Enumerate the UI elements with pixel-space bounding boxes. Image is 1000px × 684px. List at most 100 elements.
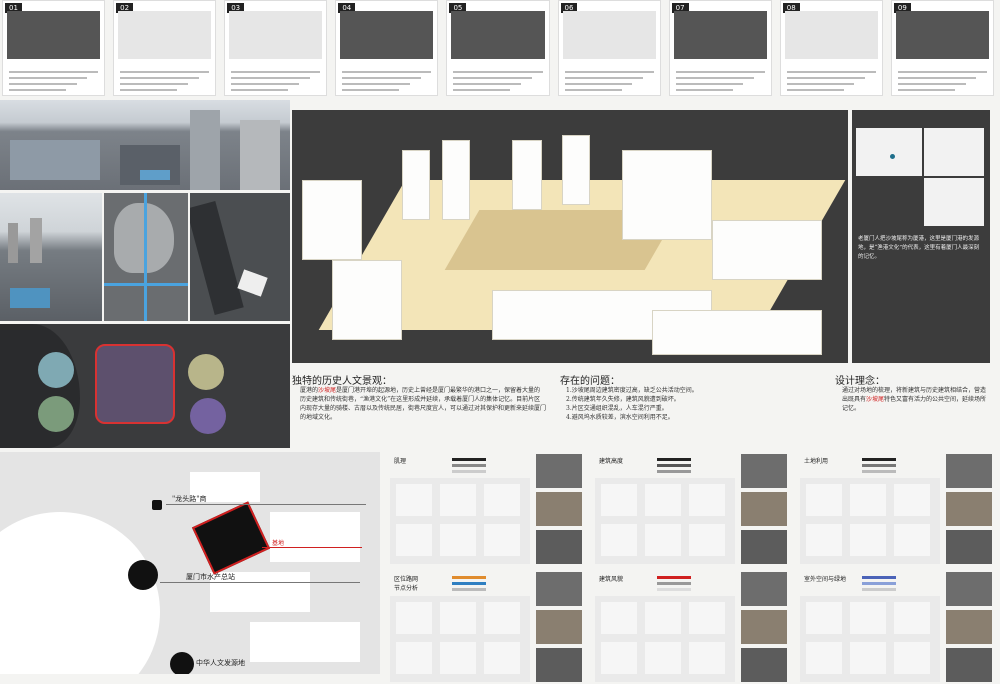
analysis-panel-title: 室外空间与绿地	[804, 576, 847, 583]
analysis-photo	[946, 648, 992, 682]
analysis-legend	[657, 458, 691, 476]
top-card: 04	[335, 0, 439, 96]
card-caption	[342, 71, 432, 95]
analysis-map	[800, 478, 940, 564]
top-card: 01	[2, 0, 106, 96]
analysis-photo	[741, 648, 787, 682]
analysis-panel: 建筑风貌	[595, 570, 795, 684]
problem-item: 2.传统建筑年久失修，建筑风貌遭到破坏。	[566, 396, 680, 403]
analysis-photo	[946, 454, 992, 488]
analysis-photo	[536, 610, 582, 644]
problems-title: 存在的问题：	[560, 376, 620, 387]
card-caption	[9, 71, 99, 95]
analysis-map	[595, 478, 735, 564]
analysis-panel-title: 建筑高度	[599, 458, 624, 465]
analysis-panel-title: 肌理	[394, 458, 407, 465]
card-thumbnail	[451, 11, 545, 59]
china-map	[856, 128, 922, 176]
card-caption	[120, 71, 210, 95]
card-thumbnail	[673, 11, 767, 59]
problems-list: 1.沙坡尾周边建筑密度过高，缺乏公共活动空间。 2.传统建筑年久失修，建筑风貌遭…	[566, 386, 816, 422]
card-thumbnail	[229, 11, 323, 59]
card-caption	[564, 71, 654, 95]
model-render	[292, 110, 848, 363]
top-card: 08	[779, 0, 883, 96]
concept-title: 设计理念：	[835, 376, 885, 387]
top-card: 06	[557, 0, 661, 96]
analysis-panel-title: 区位路网 节点分析	[394, 576, 419, 592]
site-marker-icon	[890, 154, 895, 159]
map-label: "龙头路"商	[172, 495, 207, 503]
history-title: 独特的历史人文景观：	[292, 376, 392, 387]
problem-item: 1.沙坡尾周边建筑密度过高，缺乏公共活动空间。	[566, 387, 698, 394]
analysis-photo	[741, 610, 787, 644]
river-map	[190, 193, 290, 321]
analysis-map	[390, 478, 530, 564]
analysis-panel: 室外空间与绿地	[800, 570, 1000, 684]
landmark-1	[152, 500, 162, 510]
analysis-photo	[536, 530, 582, 564]
analysis-panel: 肌理	[390, 452, 590, 566]
analysis-panel: 建筑高度	[595, 452, 795, 566]
card-thumbnail	[895, 11, 989, 59]
landmark-2	[128, 560, 158, 590]
top-card: 03	[224, 0, 328, 96]
problem-item: 3.片区交通组织混乱，人车混行严重。	[566, 405, 668, 412]
analysis-photo	[946, 610, 992, 644]
card-thumbnail	[784, 11, 878, 59]
analysis-map	[595, 596, 735, 682]
analysis-photo	[536, 572, 582, 606]
problem-item: 4.避风坞水质较差，滨水空间利用不足。	[566, 414, 674, 421]
analysis-legend	[862, 576, 896, 594]
top-card: 05	[446, 0, 550, 96]
analysis-photo	[741, 492, 787, 526]
analysis-panel: 区位路网 节点分析	[390, 570, 590, 684]
analysis-photo	[536, 492, 582, 526]
concept-text: 通过对场地的梳理，将新建筑与历史建筑相结合，营造出既具有沙坡尾特色又富有活力的公…	[842, 387, 987, 412]
aerial-photo	[0, 100, 290, 190]
map-label: 中华人文发源地	[196, 659, 245, 667]
card-caption	[675, 71, 765, 95]
card-caption	[453, 71, 543, 95]
history-text: 厦港的沙坡尾是厦门港开埠的起源地，历史上曾经是厦门最繁华的港口之一，保留着大量的…	[300, 387, 547, 421]
landmark-3	[170, 652, 194, 674]
card-caption	[231, 71, 321, 95]
analysis-map	[800, 596, 940, 682]
card-thumbnail	[7, 11, 101, 59]
site-boundary	[191, 501, 271, 575]
card-thumbnail	[118, 11, 212, 59]
analysis-panel-title: 土地利用	[804, 458, 829, 465]
satellite-map	[104, 193, 188, 321]
analysis-map	[390, 596, 530, 682]
site-location-map: "龙头路"商 厦门市水产总站 中华人文发源地 基地	[0, 452, 380, 674]
top-card: 02	[113, 0, 217, 96]
map-label: 厦门市水产总站	[186, 573, 235, 581]
top-card: 09	[890, 0, 994, 96]
analysis-photo	[536, 454, 582, 488]
location-panel: 老厦门人把沙坡尾称为厦港，这里是厦门港的发源地，是“渔港文化”的代表，这里有着厦…	[852, 110, 990, 363]
analysis-panel-title: 建筑风貌	[599, 576, 624, 583]
street-photo	[0, 193, 102, 321]
analysis-photo	[741, 530, 787, 564]
analysis-legend	[452, 576, 486, 594]
analysis-photo	[741, 572, 787, 606]
analysis-panel: 土地利用	[800, 452, 1000, 566]
card-caption	[897, 71, 987, 95]
top-card: 07	[668, 0, 772, 96]
card-thumbnail	[562, 11, 656, 59]
analysis-legend	[657, 576, 691, 594]
xiamen-map	[924, 178, 984, 226]
analysis-photo	[946, 492, 992, 526]
analysis-photo	[741, 454, 787, 488]
fujian-map	[924, 128, 984, 176]
map-label-red: 基地	[272, 540, 285, 547]
analysis-photo	[946, 572, 992, 606]
card-thumbnail	[340, 11, 434, 59]
analysis-legend	[452, 458, 486, 476]
location-text: 老厦门人把沙坡尾称为厦港，这里是厦门港的发源地，是“渔港文化”的代表，这里有着厦…	[858, 236, 980, 260]
card-caption	[786, 71, 876, 95]
analysis-legend	[862, 458, 896, 476]
analysis-photo	[536, 648, 582, 682]
district-context-map	[0, 324, 290, 448]
analysis-photo	[946, 530, 992, 564]
